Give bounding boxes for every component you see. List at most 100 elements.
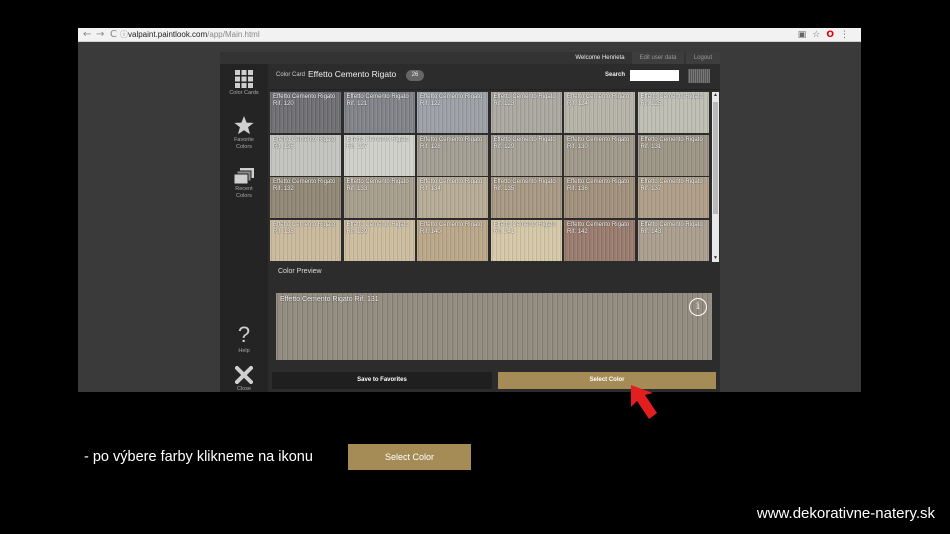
reload-icon[interactable]: C [110,29,117,41]
color-swatch[interactable]: Effetto Cemento Rigato Rif. 135 [490,177,562,218]
color-swatch[interactable]: Effetto Cemento Rigato Rif. 123 [490,92,562,133]
sidebar-item-label: Close [236,386,252,392]
browser-icons: ▣☆O⋮ [798,29,855,41]
color-swatch[interactable]: Effetto Cemento Rigato Rif. 134 [417,177,488,218]
swatch-label: Effetto Cemento Rigato Rif. 138 [273,221,336,235]
swatch-label: Effetto Cemento Rigato Rif. 125 [640,94,703,107]
color-swatch[interactable]: Effetto Cemento Rigato Rif. 132 [270,177,341,218]
slide-caption: - po výbere farby klikneme na ikonu [84,449,313,465]
swatch-label: Effetto Cemento Rigato Rif. 133 [346,179,409,192]
sidebar-item-label: Favorite Colors [234,137,254,150]
select-color-button[interactable]: Select Color [498,372,716,389]
select-color-illustration: Select Color [348,444,471,470]
color-swatch[interactable]: Effetto Cemento Rigato Rif. 125 [637,92,709,133]
color-card-header: Color Card Effetto Cemento Rigato 26 Sea… [268,64,720,90]
scrollbar[interactable]: ▲ ▼ [712,92,719,262]
color-swatch[interactable]: Effetto Cemento Rigato Rif. 143 [637,219,709,261]
swatch-label: Effetto Cemento Rigato Rif. 129 [493,136,556,150]
close-icon [235,366,253,384]
sidebar-item-label: Color Cards [229,90,259,96]
color-swatch[interactable]: Effetto Cemento Rigato Rif. 140 [417,219,488,261]
swatch-label: Effetto Cemento Rigato Rif. 142 [567,221,630,235]
scroll-down-icon[interactable]: ▼ [712,255,719,262]
sidebar-item-help[interactable]: ? Help [220,324,268,355]
info-icon[interactable]: i [689,298,707,316]
swatch-label: Effetto Cemento Rigato Rif. 120 [273,94,336,107]
color-swatch[interactable]: Effetto Cemento Rigato Rif. 120 [270,92,341,133]
grid-icon [235,70,253,88]
color-count-badge: 26 [406,70,424,81]
swatch-label: Effetto Cemento Rigato Rif. 143 [640,221,703,235]
swatch-label: Effetto Cemento Rigato Rif. 128 [420,136,483,150]
save-to-favorites-button[interactable]: Save to Favorites [272,372,492,389]
barcode-icon[interactable] [688,69,710,83]
logout-button[interactable]: Logout [686,52,720,64]
browser-toolbar: ← → C ⓘ valpaint.paintlook.com/app/Main.… [78,28,861,42]
scroll-thumb[interactable] [713,102,718,214]
swatch-label: Effetto Cemento Rigato Rif. 141 [493,221,556,235]
forward-icon[interactable]: → [96,29,104,41]
swatch-label: Effetto Cemento Rigato Rif. 124 [567,94,630,107]
color-swatch[interactable]: Effetto Cemento Rigato Rif. 141 [490,219,562,261]
swatch-label: Effetto Cemento Rigato Rif. 135 [493,179,556,192]
opera-icon[interactable]: O [826,30,840,40]
swatch-label: Effetto Cemento Rigato Rif. 126 [273,136,336,150]
layers-icon [234,168,254,184]
color-swatch[interactable]: Effetto Cemento Rigato Rif. 128 [417,134,488,176]
address-bar[interactable]: valpaint.paintlook.com/app/Main.html [128,29,260,41]
sidebar-item-color-cards[interactable]: Color Cards [220,70,268,97]
menu-icon[interactable]: ⋮ [840,30,855,40]
search-input[interactable] [630,70,679,81]
color-preview: Effetto Cemento Rigato Rif. 131 i [276,293,712,360]
color-swatch[interactable]: Effetto Cemento Rigato Rif. 130 [564,134,635,176]
star-icon[interactable]: ☆ [812,30,826,40]
url-path: /app/Main.html [207,30,260,39]
color-swatch[interactable]: Effetto Cemento Rigato Rif. 133 [343,177,415,218]
sidebar-item-close[interactable]: Close [220,366,268,392]
paintlook-app: Welcome Henrieta Edit user data Logout C… [220,52,720,392]
translate-icon[interactable]: ▣ [798,30,813,40]
color-swatch[interactable]: Effetto Cemento Rigato Rif. 136 [564,177,635,218]
color-swatch[interactable]: Effetto Cemento Rigato Rif. 129 [490,134,562,176]
color-swatch[interactable]: Effetto Cemento Rigato Rif. 124 [564,92,635,133]
color-swatch[interactable]: Effetto Cemento Rigato Rif. 138 [270,219,341,261]
browser-window: ← → C ⓘ valpaint.paintlook.com/app/Main.… [78,28,861,392]
swatch-label: Effetto Cemento Rigato Rif. 127 [346,136,409,150]
website-footer: www.dekorativne-natery.sk [756,505,935,522]
color-swatch[interactable]: Effetto Cemento Rigato Rif. 139 [343,219,415,261]
edit-user-data-button[interactable]: Edit user data [632,52,684,64]
swatch-label: Effetto Cemento Rigato Rif. 137 [640,179,703,192]
swatch-label: Effetto Cemento Rigato Rif. 130 [567,136,630,150]
color-swatch[interactable]: Effetto Cemento Rigato Rif. 121 [343,92,415,133]
color-swatch[interactable]: Effetto Cemento Rigato Rif. 127 [343,134,415,176]
swatch-label: Effetto Cemento Rigato Rif. 131 [640,136,703,150]
back-icon[interactable]: ← [83,29,91,41]
sidebar-item-favorite-colors[interactable]: Favorite Colors [220,116,268,151]
color-swatch[interactable]: Effetto Cemento Rigato Rif. 126 [270,134,341,176]
scroll-up-icon[interactable]: ▲ [712,92,719,99]
color-swatch[interactable]: Effetto Cemento Rigato Rif. 137 [637,177,709,218]
info-icon[interactable]: ⓘ [120,29,128,41]
sidebar-item-recent-colors[interactable]: Recent Colors [220,168,268,200]
swatch-label: Effetto Cemento Rigato Rif. 123 [493,94,556,107]
sidebar-item-label: Help [238,348,250,354]
welcome-text: Welcome Henrieta [575,55,625,61]
swatch-grid: Effetto Cemento Rigato Rif. 120 Effetto C… [270,92,712,262]
swatch-label: Effetto Cemento Rigato Rif. 140 [420,221,483,235]
sidebar-item-label: Recent Colors [235,186,253,199]
star-icon [234,116,254,135]
color-preview-title: Color Preview [278,268,322,275]
swatch-label: Effetto Cemento Rigato Rif. 134 [420,179,483,192]
color-swatch[interactable]: Effetto Cemento Rigato Rif. 142 [564,219,635,261]
color-swatch[interactable]: Effetto Cemento Rigato Rif. 122 [417,92,488,133]
swatch-label: Effetto Cemento Rigato Rif. 122 [420,94,483,107]
url-host: valpaint.paintlook.com [128,30,208,39]
swatch-label: Effetto Cemento Rigato Rif. 139 [346,221,409,235]
swatch-label: Effetto Cemento Rigato Rif. 136 [567,179,630,192]
color-swatch[interactable]: Effetto Cemento Rigato Rif. 131 [637,134,709,176]
question-icon: ? [237,322,251,347]
user-topbar: Welcome Henrieta Edit user data Logout [220,52,720,64]
color-card-name[interactable]: Effetto Cemento Rigato [308,69,396,79]
search-label: Search [605,72,626,78]
color-card-label: Color Card [276,72,306,78]
